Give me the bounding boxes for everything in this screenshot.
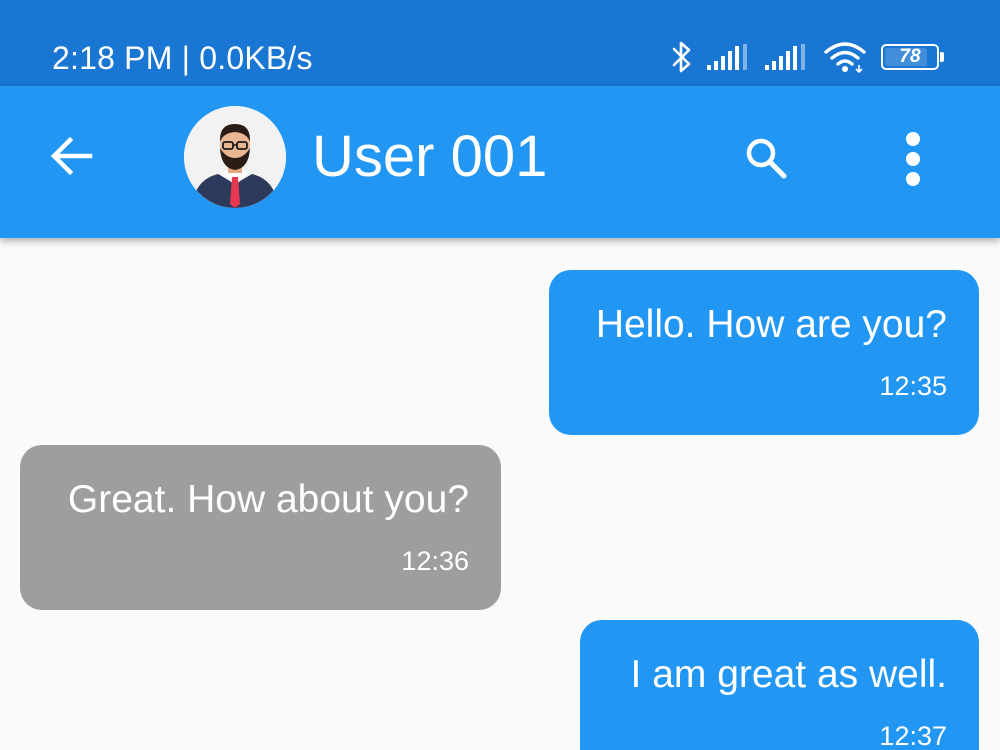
message-bubble-sent[interactable]: I am great as well. 12:37: [580, 620, 979, 750]
more-options-button[interactable]: [888, 126, 938, 196]
message-time: 12:37: [879, 721, 947, 750]
battery-tip: [940, 52, 944, 62]
message-list[interactable]: Hello. How are you? 12:35 Great. How abo…: [0, 238, 1000, 750]
battery-level: 78: [899, 46, 921, 67]
search-icon: [742, 134, 790, 187]
message-text: Great. How about you?: [67, 478, 469, 521]
bluetooth-icon: [671, 40, 693, 74]
search-button[interactable]: [736, 130, 796, 190]
battery-icon: 78: [881, 44, 944, 70]
message-bubble-received[interactable]: Great. How about you? 12:36: [20, 445, 501, 610]
signal-icon: [707, 43, 751, 71]
status-time-speed: 2:18 PM | 0.0KB/s: [52, 40, 313, 76]
message-bubble-sent[interactable]: Hello. How are you? 12:35: [549, 270, 979, 435]
back-button[interactable]: [44, 130, 100, 186]
message-time: 12:35: [879, 371, 947, 401]
signal-icon-2: [765, 43, 809, 71]
message-time: 12:36: [401, 546, 469, 576]
chat-title: User 001: [312, 124, 548, 189]
app-bar: User 001: [0, 86, 1000, 238]
message-text: I am great as well.: [630, 653, 947, 696]
battery-outline: 78: [881, 44, 939, 70]
wifi-icon: [823, 40, 867, 74]
back-arrow-icon: [50, 136, 94, 181]
status-bar: 2:18 PM | 0.0KB/s 78: [0, 0, 1000, 86]
status-icons: 78: [671, 36, 944, 78]
more-vert-icon: [903, 131, 923, 192]
message-text: Hello. How are you?: [595, 303, 947, 346]
avatar[interactable]: [184, 106, 286, 208]
